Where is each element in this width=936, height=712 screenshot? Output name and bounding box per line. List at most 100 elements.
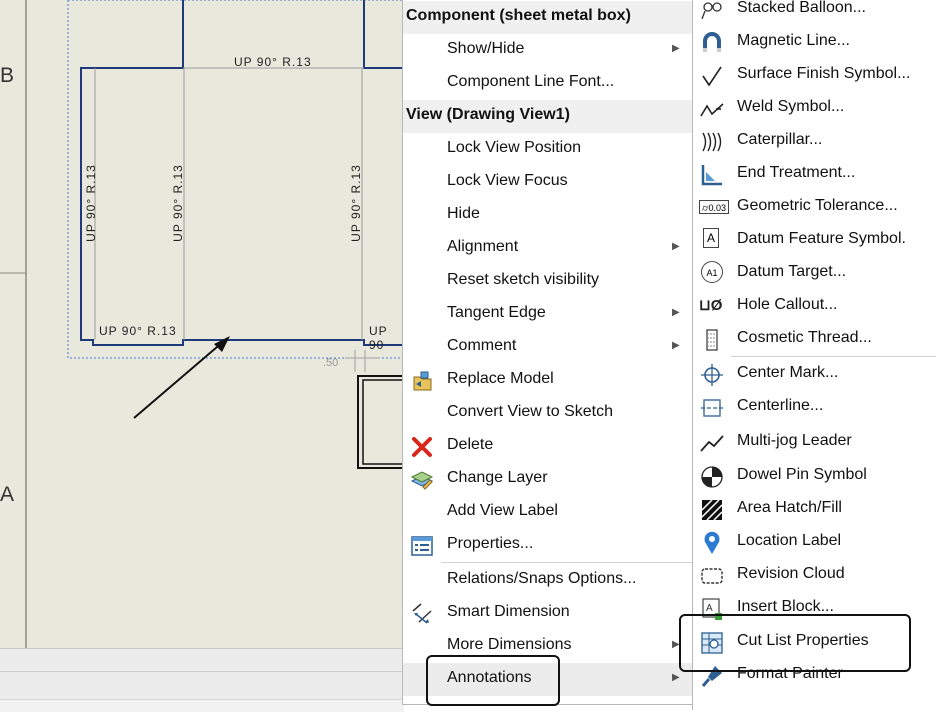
- relations-snaps-options-item[interactable]: Relations/Snaps Options...: [403, 564, 693, 597]
- view-header-label: View (Drawing View1): [406, 106, 570, 123]
- geometric-tolerance-icon: ⌭0.03: [699, 200, 729, 214]
- annotations-submenu: Stacked Balloon... Magnetic Line... Surf…: [692, 0, 936, 710]
- multi-jog-leader-label: Multi-jog Leader: [737, 432, 852, 449]
- comment-item[interactable]: Comment ▶: [403, 331, 693, 364]
- change-layer-item[interactable]: Change Layer: [403, 463, 693, 496]
- more-dimensions-label: More Dimensions: [447, 636, 572, 653]
- end-treatment-icon: [701, 165, 722, 186]
- cosmetic-thread-icon: [706, 329, 718, 351]
- bend-note[interactable]: UP 90° R.13: [99, 324, 177, 338]
- component-header-label: Component (sheet metal box): [406, 7, 631, 24]
- bend-note[interactable]: UP 90° R.13: [349, 158, 363, 248]
- bend-note[interactable]: UP 90° R.13: [84, 158, 98, 248]
- tangent-edge-label: Tangent Edge: [447, 304, 546, 321]
- replace-model-item[interactable]: Replace Model: [403, 364, 693, 397]
- comment-label: Comment: [447, 337, 517, 354]
- center-mark-item[interactable]: Center Mark...: [693, 358, 936, 391]
- hide-item[interactable]: Hide: [403, 199, 693, 232]
- geometric-tolerance-item[interactable]: ⌭0.03 Geometric Tolerance...: [693, 191, 936, 224]
- bend-note[interactable]: UP 90° R.13: [234, 55, 312, 69]
- stacked-balloon-item[interactable]: Stacked Balloon...: [693, 0, 936, 26]
- weld-symbol-icon: [700, 103, 724, 117]
- layers-icon: [410, 471, 434, 490]
- center-mark-icon: [701, 364, 723, 386]
- dimension-value[interactable]: .50: [323, 357, 338, 369]
- centerline-item[interactable]: Centerline...: [693, 391, 936, 424]
- add-view-label-item[interactable]: Add View Label: [403, 496, 693, 529]
- caterpillar-item[interactable]: Caterpillar...: [693, 125, 936, 158]
- datum-target-label: Datum Target...: [737, 263, 847, 280]
- submenu-arrow-icon: ▶: [672, 241, 680, 252]
- multi-jog-leader-icon: [700, 435, 724, 452]
- cosmetic-thread-label: Cosmetic Thread...: [737, 329, 872, 346]
- geometric-tolerance-label: Geometric Tolerance...: [737, 197, 898, 214]
- end-treatment-label: End Treatment...: [737, 164, 856, 181]
- area-hatch-icon: [701, 499, 723, 521]
- magnetic-line-item[interactable]: Magnetic Line...: [693, 26, 936, 59]
- show-hide-item[interactable]: Show/Hide ▶: [403, 34, 693, 67]
- drawing-view[interactable]: [0, 0, 404, 648]
- revision-cloud-item[interactable]: Revision Cloud: [693, 559, 936, 592]
- datum-feature-icon: A: [703, 228, 719, 248]
- datum-feature-symbol-label: Datum Feature Symbol.: [737, 230, 906, 247]
- hole-callout-item[interactable]: ⊔Ø Hole Callout...: [693, 290, 936, 323]
- location-label-item[interactable]: Location Label: [693, 526, 936, 559]
- submenu-separator: [731, 356, 936, 357]
- relations-snaps-options-label: Relations/Snaps Options...: [447, 570, 637, 587]
- bend-note[interactable]: UP 90° R.13: [171, 158, 185, 248]
- change-layer-label: Change Layer: [447, 469, 548, 486]
- location-label-label: Location Label: [737, 532, 842, 549]
- adjacent-view: [357, 375, 404, 469]
- component-line-font-item[interactable]: Component Line Font...: [403, 67, 693, 100]
- surface-finish-icon: [702, 66, 722, 87]
- hide-label: Hide: [447, 205, 480, 222]
- magnetic-line-label: Magnetic Line...: [737, 32, 850, 49]
- bend-note[interactable]: UP 90: [369, 324, 404, 352]
- context-menu: Component (sheet metal box) Show/Hide ▶ …: [402, 0, 694, 705]
- svg-text:A: A: [706, 603, 713, 614]
- properties-item[interactable]: Properties...: [403, 529, 693, 562]
- submenu-arrow-icon: ▶: [672, 340, 680, 351]
- reset-sketch-visibility-label: Reset sketch visibility: [447, 271, 600, 288]
- datum-feature-symbol-item[interactable]: A Datum Feature Symbol.: [693, 224, 936, 257]
- cut-list-highlight-box: [679, 614, 911, 672]
- show-hide-label: Show/Hide: [447, 40, 525, 57]
- submenu-arrow-icon: ▶: [672, 43, 680, 54]
- lock-view-focus-label: Lock View Focus: [447, 172, 568, 189]
- lock-view-position-item[interactable]: Lock View Position: [403, 133, 693, 166]
- tangent-edge-item[interactable]: Tangent Edge ▶: [403, 298, 693, 331]
- view-header: View (Drawing View1): [403, 100, 693, 133]
- convert-view-to-sketch-item[interactable]: Convert View to Sketch: [403, 397, 693, 430]
- multi-jog-leader-item[interactable]: Multi-jog Leader: [693, 426, 936, 459]
- weld-symbol-item[interactable]: Weld Symbol...: [693, 92, 936, 125]
- hole-callout-label: Hole Callout...: [737, 296, 838, 313]
- end-treatment-item[interactable]: End Treatment...: [693, 158, 936, 191]
- replace-model-icon: [413, 371, 432, 391]
- caterpillar-label: Caterpillar...: [737, 131, 823, 148]
- delete-item[interactable]: Delete: [403, 430, 693, 463]
- drawing-canvas[interactable]: B A UP 90° R.13 UP 90° R.13 UP 90° R.13 …: [0, 0, 404, 648]
- dowel-pin-symbol-item[interactable]: Dowel Pin Symbol: [693, 460, 936, 493]
- lock-view-focus-item[interactable]: Lock View Focus: [403, 166, 693, 199]
- dowel-pin-icon: [701, 466, 723, 488]
- lock-view-position-label: Lock View Position: [447, 139, 581, 156]
- weld-symbol-label: Weld Symbol...: [737, 98, 845, 115]
- center-mark-label: Center Mark...: [737, 364, 839, 381]
- properties-icon: [411, 536, 433, 556]
- smart-dimension-label: Smart Dimension: [447, 603, 570, 620]
- surface-finish-symbol-item[interactable]: Surface Finish Symbol...: [693, 59, 936, 92]
- reset-sketch-visibility-item[interactable]: Reset sketch visibility: [403, 265, 693, 298]
- datum-target-item[interactable]: A1 Datum Target...: [693, 257, 936, 290]
- menu-separator: [441, 562, 693, 563]
- smart-dimension-item[interactable]: Smart Dimension: [403, 597, 693, 630]
- location-pin-icon: [704, 531, 720, 554]
- revision-cloud-icon: [701, 568, 723, 584]
- cosmetic-thread-item[interactable]: Cosmetic Thread...: [693, 323, 936, 356]
- annotations-highlight-box: [426, 655, 560, 706]
- add-view-label-label: Add View Label: [447, 502, 558, 519]
- properties-label: Properties...: [447, 535, 534, 552]
- surface-finish-symbol-label: Surface Finish Symbol...: [737, 65, 911, 82]
- area-hatch-fill-item[interactable]: Area Hatch/Fill: [693, 493, 936, 526]
- component-line-font-label: Component Line Font...: [447, 73, 615, 90]
- alignment-item[interactable]: Alignment ▶: [403, 232, 693, 265]
